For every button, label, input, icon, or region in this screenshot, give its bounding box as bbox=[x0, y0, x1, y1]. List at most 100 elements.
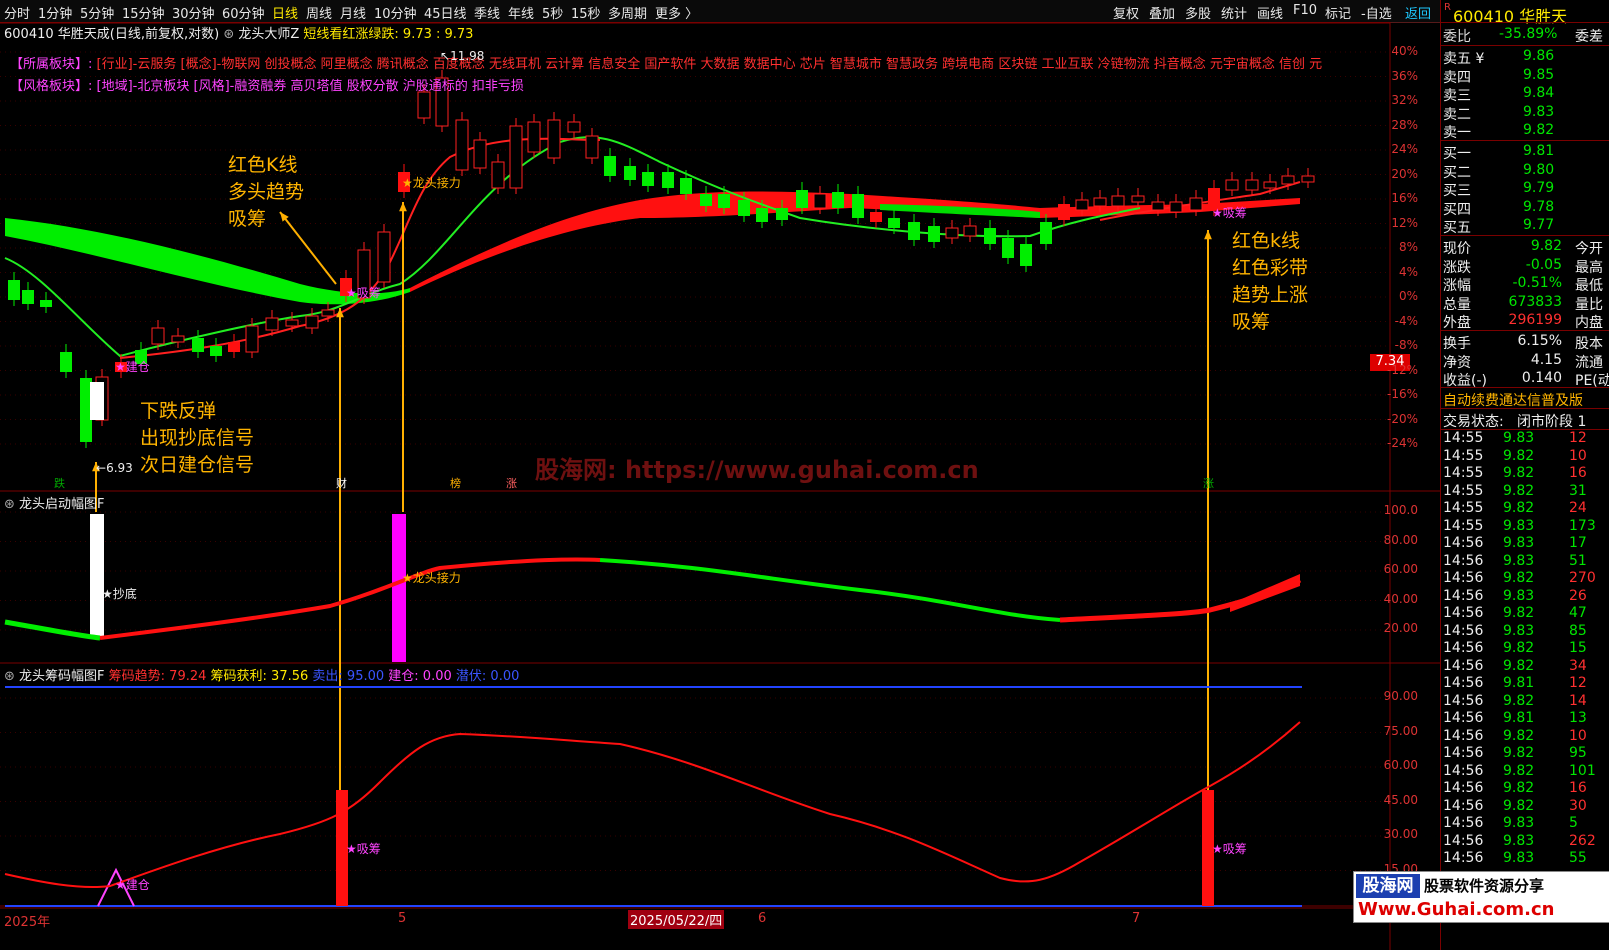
stat-row: 总量 673833 量比 bbox=[1443, 294, 1608, 313]
candle-body bbox=[1225, 179, 1239, 191]
period-tab[interactable]: 季线 bbox=[474, 3, 500, 22]
toolbar-button[interactable]: 返回 bbox=[1405, 3, 1431, 22]
period-tab[interactable]: 更多 〉 bbox=[655, 3, 698, 22]
candle-body bbox=[210, 346, 222, 356]
panel3-axis-label: 75.00 bbox=[1383, 723, 1418, 738]
toolbar-button[interactable]: 画线 bbox=[1257, 3, 1283, 22]
tick-price: 9.82 bbox=[1503, 762, 1535, 779]
candle-body bbox=[776, 208, 788, 220]
panel2-gear-icon[interactable]: ⊛ bbox=[4, 497, 15, 512]
chart-canvas[interactable]: 跌财榜涨涨 bbox=[0, 22, 1440, 950]
toolbar-button[interactable]: 标记 bbox=[1325, 3, 1351, 22]
tick-row: 14:55 9.82 31 bbox=[1443, 482, 1609, 500]
period-tab[interactable]: 60分钟 bbox=[222, 3, 265, 22]
tick-price: 9.82 bbox=[1503, 692, 1535, 709]
period-tab[interactable]: 月线 bbox=[340, 3, 366, 22]
logo-brand: 股海网 bbox=[1356, 874, 1420, 898]
period-tab[interactable]: 5分钟 bbox=[80, 3, 114, 22]
candle-body bbox=[1189, 197, 1203, 211]
stat-value: 9.82 bbox=[1530, 238, 1562, 254]
period-tab[interactable]: 45日线 bbox=[424, 3, 467, 22]
tick-time: 14:55 bbox=[1443, 500, 1484, 516]
event-tag: 榜 bbox=[450, 476, 461, 490]
settings-gear-icon[interactable]: ⊛ bbox=[223, 27, 234, 42]
tick-time: 14:56 bbox=[1443, 657, 1484, 674]
candle-body bbox=[680, 178, 692, 194]
candle-body bbox=[245, 325, 259, 353]
tick-volume: 10 bbox=[1569, 447, 1587, 464]
stat-label: 外盘 bbox=[1443, 315, 1471, 331]
period-tab[interactable]: 15秒 bbox=[571, 3, 601, 22]
candle-body bbox=[8, 280, 20, 300]
period-tab[interactable]: 30分钟 bbox=[172, 3, 215, 22]
annotation-arrowhead bbox=[399, 202, 407, 212]
chip-trend-label: 筹码趋势: 79.24 bbox=[108, 669, 207, 684]
panel3-axis-label: 30.00 bbox=[1383, 827, 1418, 841]
tick-price: 9.83 bbox=[1503, 430, 1535, 446]
tick-price: 9.83 bbox=[1503, 535, 1535, 551]
tick-row: 14:56 9.82 10 bbox=[1443, 727, 1609, 745]
tick-volume: 262 bbox=[1569, 832, 1596, 849]
panel3-axis-label: 45.00 bbox=[1383, 792, 1418, 807]
tick-volume: 12 bbox=[1569, 675, 1587, 691]
candle-body bbox=[945, 227, 959, 239]
weibi-label: 委比 bbox=[1443, 29, 1471, 45]
tick-time: 14:56 bbox=[1443, 815, 1484, 831]
period-tab[interactable]: 5秒 bbox=[542, 3, 563, 22]
tick-price: 9.82 bbox=[1503, 500, 1535, 516]
signal-label-xichou: ★吸筹 bbox=[346, 842, 381, 856]
annotation-line: 出现抄底信号 bbox=[140, 427, 255, 449]
tick-row: 14:56 9.82 270 bbox=[1443, 570, 1609, 587]
period-tab[interactable]: 多周期 bbox=[608, 3, 647, 22]
ask-row: 卖二 9.83 bbox=[1443, 104, 1563, 123]
tick-time: 14:55 bbox=[1443, 482, 1484, 499]
panel3-gear-icon[interactable]: ⊛ bbox=[4, 669, 15, 684]
candle-body bbox=[870, 212, 882, 222]
toolbar-button[interactable]: 统计 bbox=[1221, 3, 1247, 22]
period-tab[interactable]: 周线 bbox=[306, 3, 332, 22]
tick-time: 14:56 bbox=[1443, 587, 1484, 604]
main-axis-label: 24% bbox=[1391, 142, 1418, 156]
signal-label-chaodi: ★抄底 bbox=[102, 587, 137, 601]
candle-body bbox=[285, 319, 299, 327]
candle-body bbox=[192, 338, 204, 352]
start-line-red bbox=[1230, 574, 1300, 612]
annotation-line: 吸筹 bbox=[228, 208, 267, 230]
stat-row: 涨幅 -0.51% 最低 bbox=[1443, 275, 1608, 294]
stat-value: 0.140 bbox=[1521, 370, 1562, 386]
date-year: 2025年 bbox=[4, 915, 51, 930]
tick-time: 14:56 bbox=[1443, 727, 1484, 744]
toolbar-button[interactable]: 复权 bbox=[1113, 3, 1139, 22]
tick-price: 9.82 bbox=[1503, 570, 1535, 586]
ask-row: 卖一 9.82 bbox=[1443, 122, 1563, 141]
candle-body bbox=[417, 91, 431, 119]
bid-label: 买四 bbox=[1443, 201, 1471, 218]
watermark-text: 股海网: https://www.guhai.com.cn bbox=[535, 456, 979, 484]
period-tab[interactable]: 日线 bbox=[272, 3, 298, 22]
candle-body bbox=[90, 382, 104, 420]
toolbar-button[interactable]: 多股 bbox=[1185, 3, 1211, 22]
tick-row: 14:56 9.82 15 bbox=[1443, 640, 1609, 657]
toolbar-button[interactable]: -自选 bbox=[1361, 3, 1392, 22]
tick-volume: 26 bbox=[1569, 587, 1587, 604]
candle-body bbox=[908, 222, 920, 240]
stat-label-2: 最低 bbox=[1575, 278, 1603, 294]
bid-label: 买五 bbox=[1443, 220, 1471, 236]
period-tab[interactable]: 15分钟 bbox=[122, 3, 165, 22]
annotation-line: 吸筹 bbox=[1232, 311, 1271, 333]
toolbar-button[interactable]: 叠加 bbox=[1149, 3, 1175, 22]
tick-volume: 12 bbox=[1569, 430, 1587, 446]
tick-time: 14:56 bbox=[1443, 605, 1484, 621]
toolbar-button[interactable]: F10 bbox=[1293, 3, 1317, 18]
period-tab[interactable]: 1分钟 bbox=[38, 3, 72, 22]
scroll-notice[interactable]: 自动续费通达信普及版 bbox=[1443, 390, 1583, 409]
period-tab[interactable]: 分时 bbox=[4, 3, 30, 22]
candle-body bbox=[22, 290, 34, 304]
period-tab[interactable]: 年线 bbox=[508, 3, 534, 22]
period-tab[interactable]: 10分钟 bbox=[374, 3, 417, 22]
tick-row: 14:56 9.81 12 bbox=[1443, 675, 1609, 692]
ask-price: 9.82 bbox=[1523, 122, 1555, 138]
tick-row: 14:56 9.82 34 bbox=[1443, 657, 1609, 675]
tick-time: 14:56 bbox=[1443, 675, 1484, 691]
ask-label: 卖二 bbox=[1443, 106, 1471, 123]
